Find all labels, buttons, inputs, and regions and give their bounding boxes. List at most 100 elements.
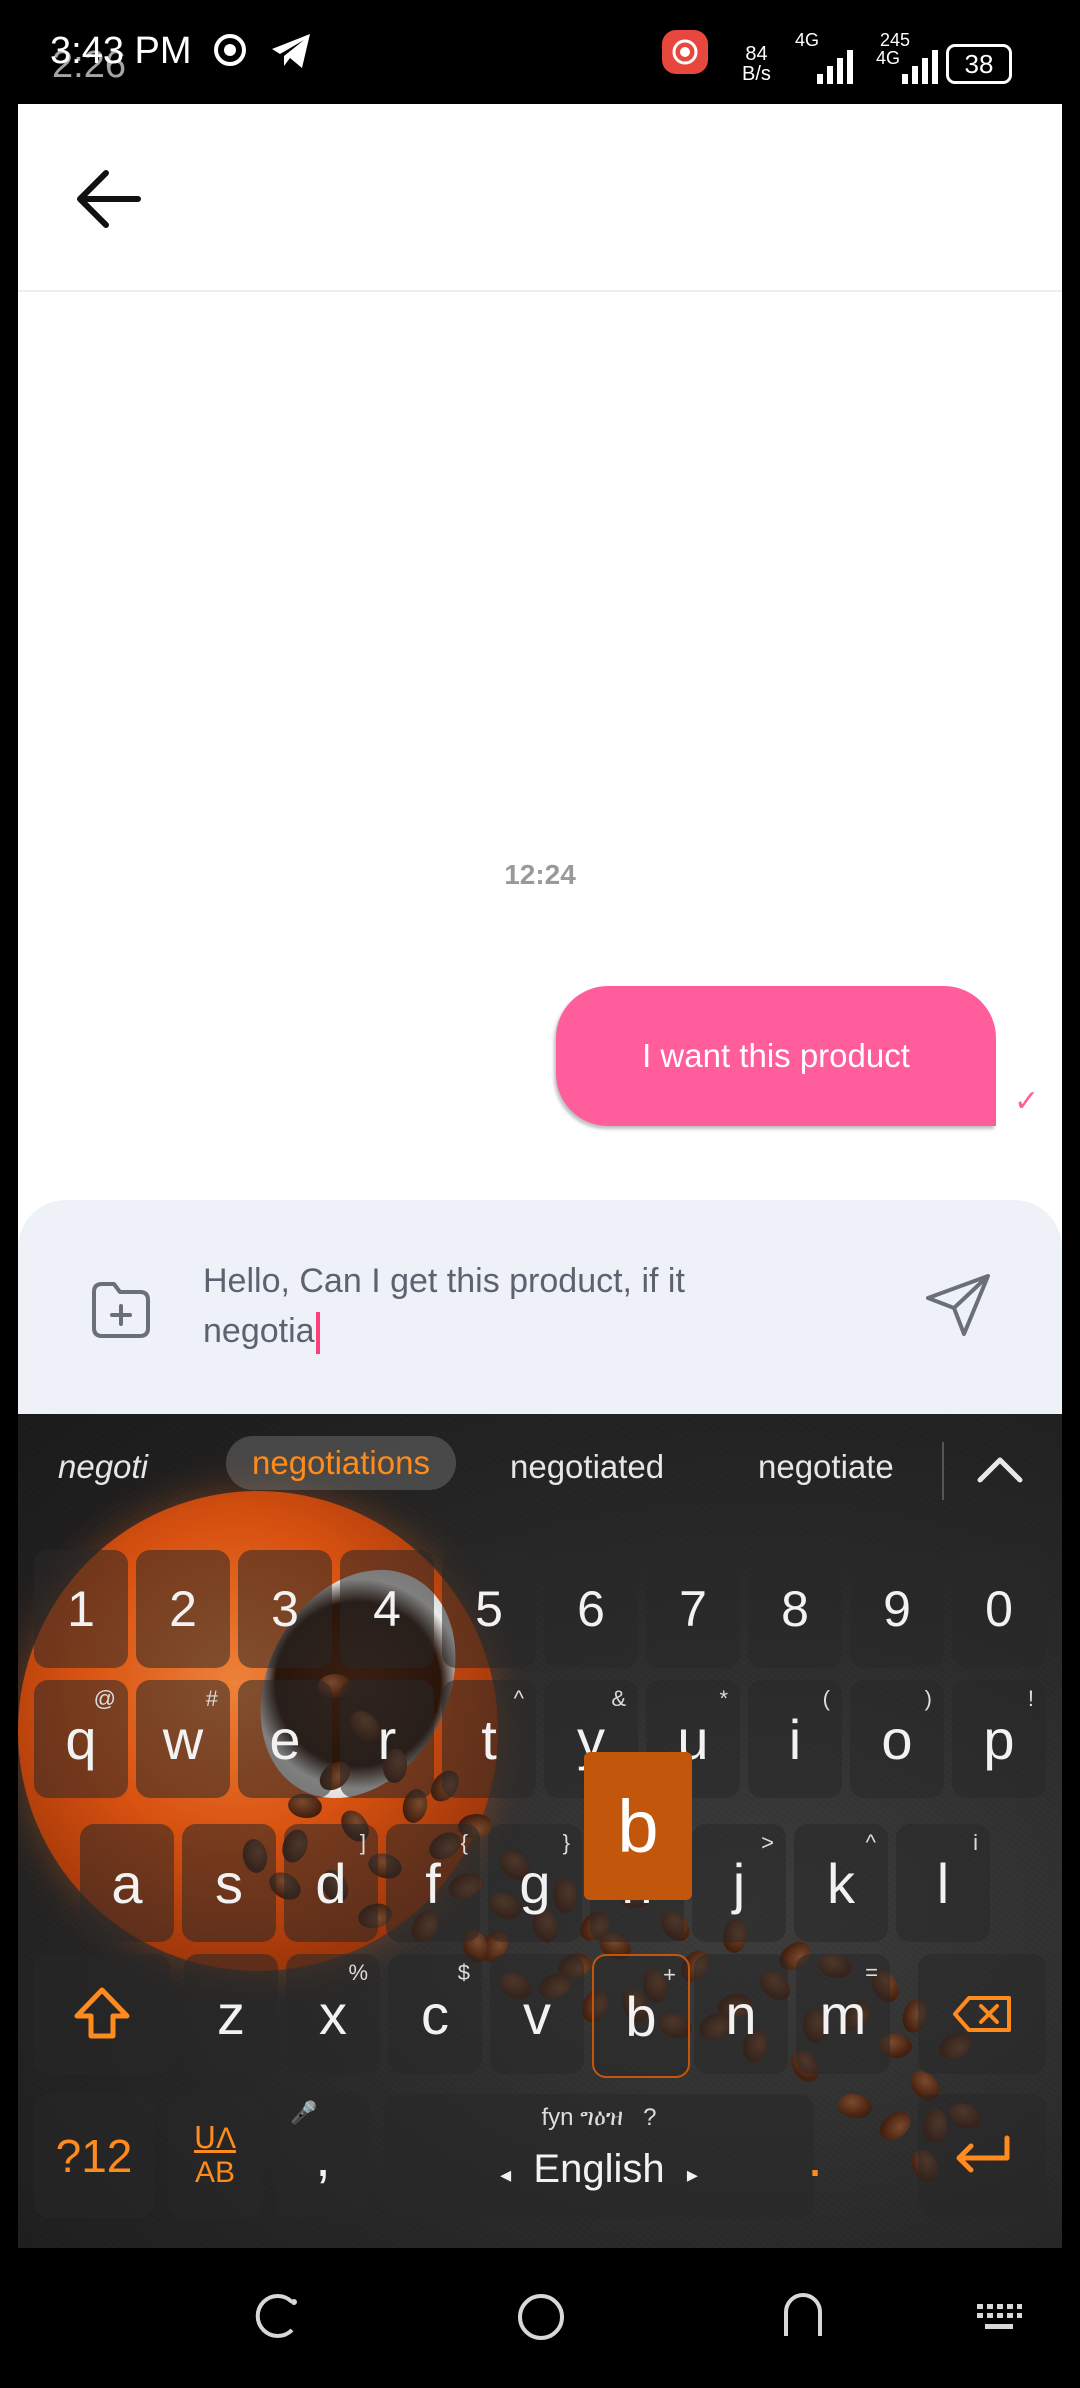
navigation-bar bbox=[0, 2248, 1080, 2388]
home-icon[interactable] bbox=[516, 2292, 566, 2342]
key-4[interactable]: 4 bbox=[340, 1550, 434, 1668]
key-1[interactable]: 1 bbox=[34, 1550, 128, 1668]
battery-level: 38 bbox=[964, 49, 994, 79]
key-l-hint: i bbox=[973, 1830, 978, 1855]
message-bubble-sent[interactable]: I want this product bbox=[556, 986, 996, 1126]
key-a[interactable]: a bbox=[80, 1824, 174, 1942]
comma-key[interactable]: , 🎤 bbox=[276, 2094, 370, 2218]
telegram-icon bbox=[272, 34, 310, 68]
key-i-hint: ( bbox=[822, 1686, 830, 1711]
recent-apps-icon[interactable] bbox=[252, 2292, 300, 2340]
record-icon bbox=[214, 34, 246, 66]
key-n-label: n bbox=[725, 1982, 757, 2046]
language-switch-key[interactable]: ՍΛ AB bbox=[168, 2094, 262, 2218]
space-key[interactable]: fyn ግዕዝ ? ◂ English ▸ bbox=[384, 2094, 814, 2218]
key-m-label: m bbox=[819, 1982, 867, 2046]
key-t-label: t bbox=[481, 1707, 497, 1771]
key-5[interactable]: 5 bbox=[442, 1550, 536, 1668]
key-0-label: 0 bbox=[985, 1581, 1013, 1637]
microphone-icon: 🎤 bbox=[290, 2100, 318, 2125]
key-p[interactable]: p! bbox=[952, 1680, 1046, 1798]
key-g[interactable]: g} bbox=[488, 1824, 582, 1942]
key-2-label: 2 bbox=[169, 1581, 197, 1637]
key-t[interactable]: t ^ bbox=[442, 1680, 536, 1798]
key-k[interactable]: k ^ bbox=[794, 1824, 888, 1942]
key-k-hint: ^ bbox=[865, 1830, 876, 1855]
key-9-label: 9 bbox=[883, 1581, 911, 1637]
key-i[interactable]: i( bbox=[748, 1680, 842, 1798]
key-v-label: v bbox=[523, 1982, 551, 2046]
key-b[interactable]: b + bbox=[592, 1954, 690, 2078]
key-f-label: f bbox=[425, 1851, 441, 1915]
symbols-key-label: ?12 bbox=[55, 2130, 133, 2182]
key-2[interactable]: 2 bbox=[136, 1550, 230, 1668]
key-9[interactable]: 9 bbox=[850, 1550, 944, 1668]
key-f[interactable]: f{ bbox=[386, 1824, 480, 1942]
key-y-hint: & bbox=[611, 1686, 626, 1711]
key-q-label: q bbox=[65, 1707, 97, 1771]
key-p-hint: ! bbox=[1027, 1686, 1034, 1711]
key-l-label: l bbox=[936, 1851, 950, 1915]
key-a-label: a bbox=[111, 1851, 143, 1915]
key-c[interactable]: c $ bbox=[388, 1954, 482, 2074]
key-0[interactable]: 0 bbox=[952, 1550, 1046, 1668]
send-icon[interactable] bbox=[924, 1272, 992, 1340]
shift-key[interactable] bbox=[34, 1954, 170, 2074]
backspace-key[interactable] bbox=[918, 1954, 1046, 2074]
key-6[interactable]: 6 bbox=[544, 1550, 638, 1668]
key-g-hint: } bbox=[562, 1830, 570, 1855]
key-4-label: 4 bbox=[373, 1581, 401, 1637]
key-j[interactable]: j > bbox=[692, 1824, 786, 1942]
status-bar: 2:26 3:43 PM 84 B/s 4G 245 4G 38 bbox=[0, 0, 1080, 104]
key-d[interactable]: d] bbox=[284, 1824, 378, 1942]
key-z[interactable]: z bbox=[184, 1954, 278, 2074]
symbols-key[interactable]: ?12 bbox=[34, 2094, 154, 2218]
key-v[interactable]: v bbox=[490, 1954, 584, 2074]
key-r-label: r bbox=[377, 1707, 397, 1771]
back-arrow-icon[interactable] bbox=[76, 168, 142, 230]
message-timestamp: 12:24 bbox=[504, 859, 576, 890]
key-q[interactable]: q @ bbox=[34, 1680, 128, 1798]
screen-recorder-icon bbox=[662, 30, 708, 74]
key-x[interactable]: x% bbox=[286, 1954, 380, 2074]
enter-icon bbox=[956, 2135, 1010, 2173]
key-z-label: z bbox=[217, 1982, 245, 2046]
key-n[interactable]: n bbox=[694, 1954, 788, 2074]
message-input[interactable]: Hello, Can I get this product, if it neg… bbox=[203, 1256, 803, 1356]
key-s[interactable]: s bbox=[182, 1824, 276, 1942]
key-c-hint: $ bbox=[457, 1960, 470, 1985]
shift-icon bbox=[74, 1987, 130, 2039]
battery-icon: 38 bbox=[946, 44, 1012, 84]
back-nav-icon[interactable] bbox=[780, 2290, 826, 2340]
key-m-hint: = bbox=[865, 1960, 878, 1985]
key-k-label: k bbox=[827, 1851, 855, 1915]
key-e-label: e bbox=[269, 1707, 301, 1771]
key-m[interactable]: m = bbox=[796, 1954, 890, 2074]
key-r[interactable]: r bbox=[340, 1680, 434, 1798]
key-8-label: 8 bbox=[781, 1581, 809, 1637]
key-d-label: d bbox=[315, 1851, 347, 1915]
key-7[interactable]: 7 bbox=[646, 1550, 740, 1668]
key-preview-popup: b bbox=[584, 1752, 692, 1900]
chat-screen: 12:24 I want this product ✓ Hello, Can I… bbox=[18, 104, 1062, 1414]
key-p-label: p bbox=[983, 1707, 1015, 1771]
keyboard: negoti negotiations negotiated negotiate… bbox=[18, 1414, 1062, 2248]
period-key[interactable]: . bbox=[768, 2094, 862, 2218]
key-o[interactable]: o) bbox=[850, 1680, 944, 1798]
key-d-hint: ] bbox=[359, 1830, 366, 1855]
key-l[interactable]: li bbox=[896, 1824, 990, 1942]
key-i-label: i bbox=[788, 1707, 802, 1771]
key-3[interactable]: 3 bbox=[238, 1550, 332, 1668]
key-e[interactable]: e bbox=[238, 1680, 332, 1798]
enter-key[interactable] bbox=[918, 2094, 1046, 2218]
keyboard-switch-icon[interactable] bbox=[975, 2302, 1023, 2334]
space-hint: fyn ግዕዝ ? bbox=[541, 2104, 657, 2131]
key-1-label: 1 bbox=[67, 1581, 95, 1637]
key-w[interactable]: w # bbox=[136, 1680, 230, 1798]
key-u-hint: * bbox=[719, 1686, 728, 1711]
signal-strength-icon bbox=[817, 50, 853, 84]
add-attachment-icon[interactable] bbox=[88, 1278, 154, 1342]
key-w-hint: # bbox=[205, 1686, 218, 1711]
key-8[interactable]: 8 bbox=[748, 1550, 842, 1668]
key-grid: 1234567890q@w#ert^y&u*i(o)p!asd]f{g}hj>k… bbox=[18, 1414, 1062, 2248]
